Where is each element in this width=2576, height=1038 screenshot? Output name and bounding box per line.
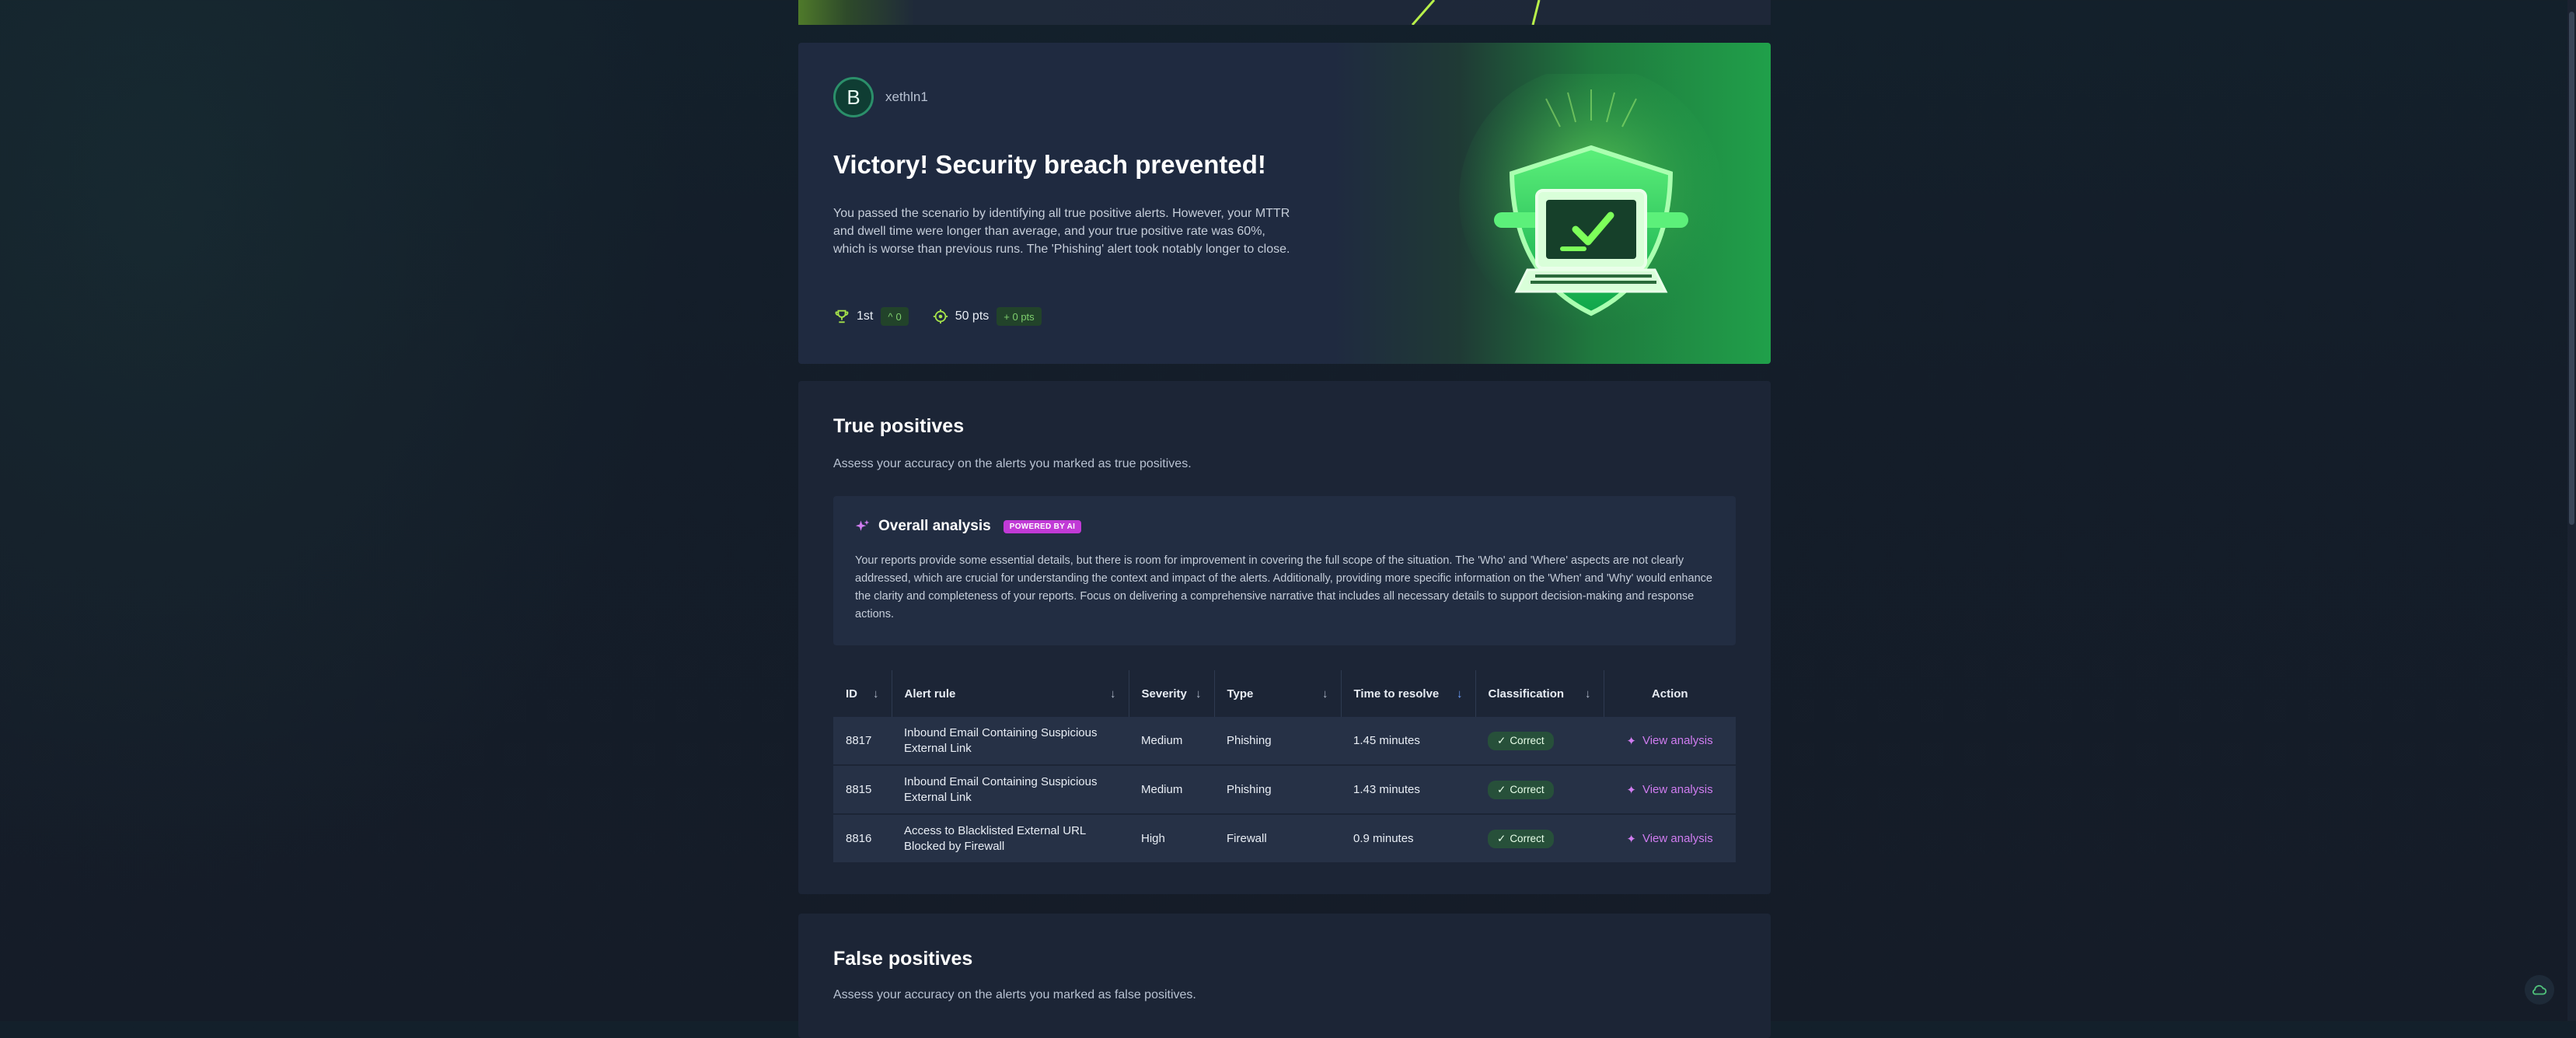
time-to-resolve: 0.9 minutes — [1341, 814, 1475, 863]
table-row[interactable]: 8815 Inbound Email Containing Suspicious… — [833, 765, 1736, 814]
points-value: 50 pts — [955, 309, 990, 323]
rank-change-badge: ^ 0 — [881, 307, 909, 326]
trophy-icon — [835, 309, 849, 323]
column-header-time-to-resolve[interactable]: Time to resolve ↓ — [1341, 670, 1476, 717]
action-cell: ✦ View analysis — [1604, 765, 1736, 814]
check-icon: ✓ — [1497, 734, 1506, 746]
sparkle-icon: ✦ — [1626, 832, 1636, 846]
check-icon: ✓ — [1497, 832, 1506, 844]
sparkle-icon: ✦ — [1626, 734, 1636, 748]
sort-arrow-icon[interactable]: ↓ — [1322, 687, 1328, 701]
column-header-severity[interactable]: Severity ↓ — [1129, 670, 1215, 717]
rank-change-value: 0 — [895, 310, 902, 323]
points-change-badge: + 0 pts — [997, 307, 1042, 326]
alert-type: Phishing — [1214, 717, 1341, 765]
avatar[interactable]: B — [833, 77, 874, 117]
column-header-id[interactable]: ID ↓ — [833, 670, 892, 717]
analysis-text: Your reports provide some essential deta… — [855, 554, 1712, 620]
alert-id: 8817 — [833, 717, 892, 765]
scrollbar-thumb[interactable] — [2569, 12, 2574, 525]
time-to-resolve: 1.45 minutes — [1341, 717, 1475, 765]
classification-cell: ✓ Correct — [1475, 717, 1604, 765]
section-title: False positives — [833, 948, 973, 970]
classification-cell: ✓ Correct — [1475, 814, 1604, 863]
severity-value: High — [1129, 814, 1214, 863]
cloud-icon — [2532, 984, 2547, 995]
rank-value: 1st — [857, 309, 874, 323]
sparkle-icon — [855, 519, 870, 531]
result-summary: You passed the scenario by identifying a… — [833, 207, 1290, 256]
column-header-type[interactable]: Type ↓ — [1214, 670, 1342, 717]
page-title: Victory! Security breach prevented! — [833, 150, 1266, 179]
result-hero-card: B xethln1 Victory! Security breach preve… — [798, 43, 1771, 364]
check-icon: ✓ — [1497, 783, 1506, 795]
column-header-alert-rule[interactable]: Alert rule ↓ — [892, 670, 1129, 717]
alert-rule: Inbound Email Containing Suspicious Exte… — [892, 717, 1129, 765]
alert-id: 8815 — [833, 765, 892, 814]
alert-rule: Access to Blacklisted External URL Block… — [892, 814, 1129, 863]
table-header-row: ID ↓ Alert rule ↓ Severity ↓ Type ↓ Time to … — [833, 670, 1736, 717]
view-analysis-link[interactable]: ✦ View analysis — [1616, 734, 1723, 748]
sort-arrow-icon[interactable]: ↓ — [1585, 687, 1591, 701]
table-row[interactable]: 8816 Access to Blacklisted External URL … — [833, 814, 1736, 863]
sort-arrow-icon[interactable]: ↓ — [1110, 687, 1116, 701]
action-cell: ✦ View analysis — [1604, 814, 1736, 863]
sparkle-icon: ✦ — [1626, 783, 1636, 797]
background-glow — [0, 0, 777, 1021]
sort-arrow-icon[interactable]: ↓ — [873, 687, 879, 701]
classification-cell: ✓ Correct — [1475, 765, 1604, 814]
sort-arrow-icon[interactable]: ↓ — [1457, 687, 1463, 701]
classification-badge: ✓ Correct — [1488, 731, 1554, 750]
cloud-sync-button[interactable] — [2525, 975, 2554, 1005]
section-subtitle: Assess your accuracy on the alerts you m… — [833, 988, 1196, 1001]
section-subtitle: Assess your accuracy on the alerts you m… — [833, 457, 1192, 470]
section-title: True positives — [833, 415, 965, 437]
stats-row: 1st ^ 0 50 pts + 0 pts — [833, 307, 1042, 326]
alerts-table: ID ↓ Alert rule ↓ Severity ↓ Type ↓ Time to … — [833, 670, 1736, 864]
overall-analysis-card: Overall analysis POWERED BY AI Your repo… — [833, 496, 1736, 645]
severity-value: Medium — [1129, 717, 1214, 765]
column-header-action: Action — [1651, 687, 1688, 701]
top-banner-strip — [798, 0, 1771, 25]
action-cell: ✦ View analysis — [1604, 717, 1736, 765]
alert-rule: Inbound Email Containing Suspicious Exte… — [892, 765, 1129, 814]
alert-type: Phishing — [1214, 765, 1341, 814]
alert-id: 8816 — [833, 814, 892, 863]
false-positives-section: False positives Assess your accuracy on … — [798, 914, 1771, 1038]
time-to-resolve: 1.43 minutes — [1341, 765, 1475, 814]
username: xethln1 — [885, 89, 928, 104]
severity-value: Medium — [1129, 765, 1214, 814]
view-analysis-link[interactable]: ✦ View analysis — [1616, 783, 1723, 797]
alert-type: Firewall — [1214, 814, 1341, 863]
shield-laptop-illustration — [1459, 74, 1723, 330]
classification-badge: ✓ Correct — [1488, 829, 1554, 848]
column-header-classification[interactable]: Classification ↓ — [1475, 670, 1604, 717]
table-row[interactable]: 8817 Inbound Email Containing Suspicious… — [833, 717, 1736, 765]
sort-arrow-icon[interactable]: ↓ — [1196, 687, 1202, 701]
ai-badge: POWERED BY AI — [1003, 519, 1082, 533]
view-analysis-link[interactable]: ✦ View analysis — [1616, 832, 1723, 846]
classification-badge: ✓ Correct — [1488, 780, 1554, 799]
chevron-up-icon: ^ — [888, 310, 893, 323]
target-icon — [933, 309, 948, 324]
true-positives-section: True positives Assess your accuracy on t… — [798, 381, 1771, 894]
analysis-title: Overall analysis — [878, 518, 991, 534]
